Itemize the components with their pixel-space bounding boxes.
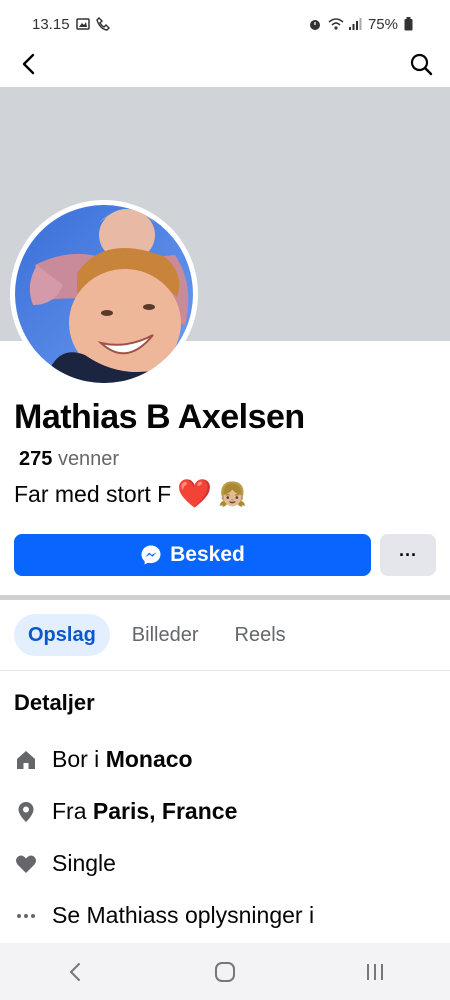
- bio-text: Far med stort F: [14, 480, 172, 507]
- system-recents-button[interactable]: [345, 952, 405, 992]
- home-icon: [14, 748, 38, 772]
- detail-prefix: Bor i: [52, 746, 106, 772]
- status-left: 13.15: [32, 16, 110, 33]
- profile-bio: Far med stort F ❤️ 👧🏼: [14, 480, 247, 508]
- tab-opslag[interactable]: Opslag: [14, 614, 110, 656]
- red-heart-emoji: ❤️: [177, 478, 213, 509]
- detail-lives-in: Bor i Monaco: [14, 746, 193, 773]
- friends-label: venner: [57, 448, 120, 470]
- detail-prefix: Fra: [52, 798, 93, 824]
- more-options-button[interactable]: ···: [380, 534, 436, 576]
- detail-location-link[interactable]: Monaco: [106, 746, 193, 772]
- battery-percent: 75%: [367, 15, 398, 33]
- message-button[interactable]: Besked: [14, 534, 371, 576]
- call-notification-icon: [95, 17, 110, 31]
- detail-relationship: Single: [14, 850, 116, 877]
- girl-emoji: 👧🏼: [218, 480, 247, 507]
- detail-see-about[interactable]: Se Mathiass oplysninger i: [14, 902, 314, 929]
- detail-text: Single: [52, 850, 116, 876]
- avatar-image: [15, 205, 193, 383]
- detail-text: Fra Paris, France: [52, 798, 237, 825]
- profile-name: Mathias B Axelsen: [14, 398, 305, 436]
- location-pin-icon: [14, 800, 38, 824]
- status-bar: 13.15 75%: [0, 0, 450, 48]
- more-dots-icon: ···: [399, 544, 417, 565]
- chevron-left-icon: [22, 53, 35, 75]
- system-navigation-bar: [0, 943, 450, 1000]
- friends-number: 275: [19, 448, 53, 470]
- status-time: 13.15: [32, 15, 70, 33]
- tabs-divider: [0, 670, 450, 671]
- messenger-icon: [141, 545, 161, 565]
- alarm-icon: [308, 17, 322, 31]
- tab-billeder[interactable]: Billeder: [118, 614, 213, 656]
- friends-count[interactable]: 275 venner: [19, 448, 119, 471]
- detail-text: Bor i Monaco: [52, 746, 193, 773]
- chevron-left-icon: [69, 962, 80, 981]
- home-square-icon: [215, 961, 235, 982]
- wifi-icon: [328, 17, 344, 31]
- search-icon: [410, 53, 433, 76]
- gallery-notification-icon: [75, 17, 90, 31]
- detail-text: Se Mathiass oplysninger i: [52, 902, 315, 928]
- more-dots-icon: [14, 904, 38, 928]
- details-title: Detaljer: [14, 690, 95, 715]
- detail-hometown-link[interactable]: Paris, France: [93, 798, 237, 824]
- signal-icon: [348, 17, 362, 31]
- battery-icon: [404, 17, 418, 31]
- message-button-label: Besked: [170, 543, 245, 566]
- back-button[interactable]: [14, 49, 44, 79]
- status-right: 75%: [308, 16, 418, 33]
- tab-reels[interactable]: Reels: [221, 614, 300, 656]
- system-home-button[interactable]: [195, 952, 255, 992]
- top-navigation: [0, 42, 450, 86]
- profile-tabs: Opslag Billeder Reels: [14, 614, 300, 656]
- detail-from: Fra Paris, France: [14, 798, 237, 825]
- recent-apps-icon: [367, 963, 383, 980]
- section-divider: [0, 595, 450, 600]
- search-button[interactable]: [406, 49, 436, 79]
- profile-picture[interactable]: [10, 200, 198, 388]
- heart-icon: [14, 852, 38, 876]
- system-back-button[interactable]: [45, 952, 105, 992]
